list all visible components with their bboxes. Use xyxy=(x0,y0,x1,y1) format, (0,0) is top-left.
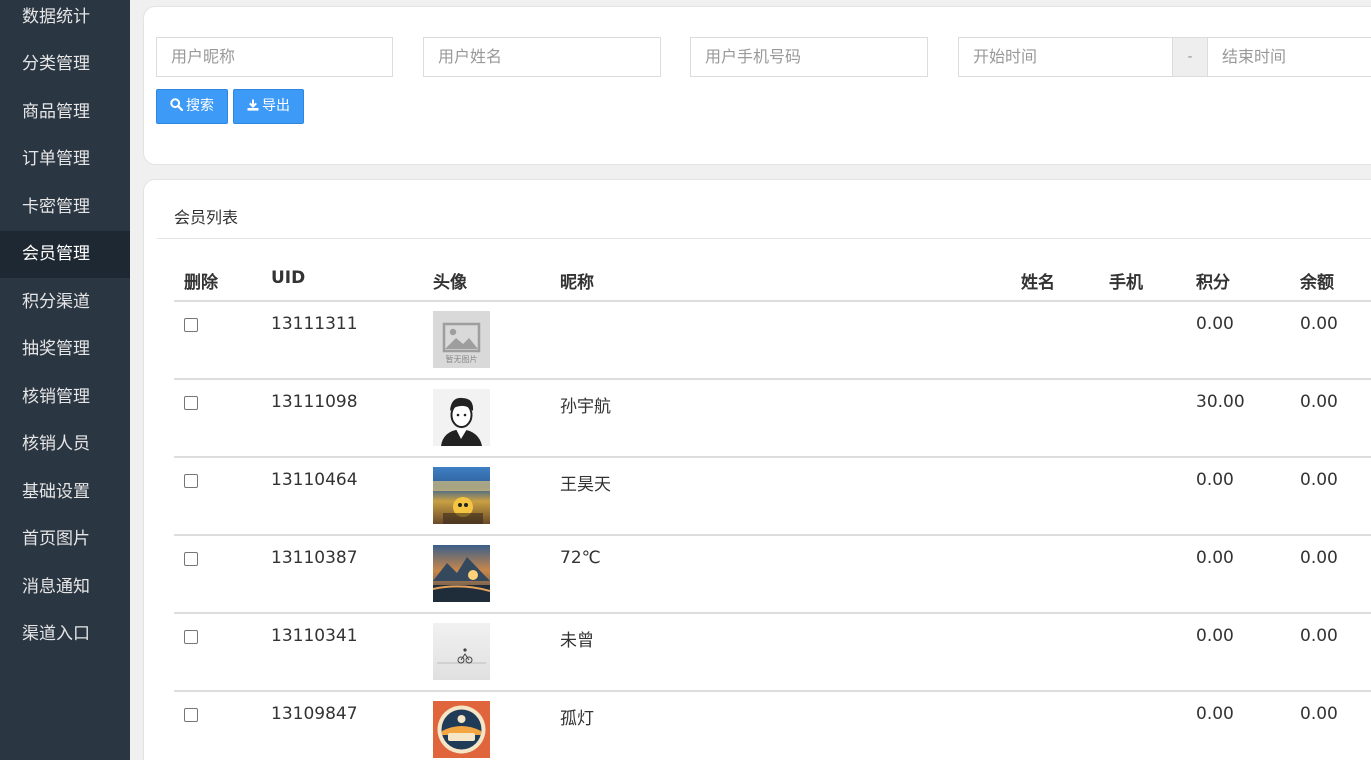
start-time-input[interactable]: 开始时间 xyxy=(958,37,1173,77)
name-input[interactable]: 用户姓名 xyxy=(423,37,661,77)
sidebar-item-orders[interactable]: 订单管理 xyxy=(0,136,130,183)
table-row: 13110464 王昊天 0.00 0.00 xyxy=(174,458,1371,536)
points-cell: 0.00 xyxy=(1196,548,1234,568)
sidebar-item-settings[interactable]: 基础设置 xyxy=(0,469,130,516)
search-button[interactable]: 搜索 xyxy=(156,89,228,124)
search-button-label: 搜索 xyxy=(186,98,214,114)
points-cell: 30.00 xyxy=(1196,392,1245,412)
table-row: 13111098 孙宇航 30.00 0.00 xyxy=(174,380,1371,458)
avatar-badge-image xyxy=(433,701,490,758)
sidebar-item-members[interactable]: 会员管理 xyxy=(0,231,130,278)
no-image-caption: 暂无图片 xyxy=(445,355,478,364)
nickname-cell: 孤灯 xyxy=(560,709,594,729)
column-header-points: 积分 xyxy=(1196,273,1230,293)
sidebar-item-stats[interactable]: 数据统计 xyxy=(0,0,130,41)
sidebar-item-redemption-staff[interactable]: 核销人员 xyxy=(0,421,130,468)
avatar-placeholder-image: 暂无图片 xyxy=(433,311,490,368)
column-header-uid: UID xyxy=(271,268,306,288)
row-checkbox[interactable] xyxy=(184,318,198,332)
sidebar-item-lottery[interactable]: 抽奖管理 xyxy=(0,326,130,373)
column-header-name: 姓名 xyxy=(1021,273,1055,293)
balance-cell: 0.00 xyxy=(1300,470,1338,490)
points-cell: 0.00 xyxy=(1196,470,1234,490)
balance-cell: 0.00 xyxy=(1300,314,1338,334)
balance-cell: 0.00 xyxy=(1300,392,1338,412)
export-button-label: 导出 xyxy=(262,98,290,114)
sidebar-item-points-channels[interactable]: 积分渠道 xyxy=(0,279,130,326)
points-cell: 0.00 xyxy=(1196,704,1234,724)
sidebar-item-channel-entry[interactable]: 渠道入口 xyxy=(0,611,130,658)
nickname-cell: 王昊天 xyxy=(560,475,611,495)
table-row: 13111311 暂无图片 0.00 0.00 xyxy=(174,302,1371,380)
points-cell: 0.00 xyxy=(1196,626,1234,646)
column-header-balance: 余额 xyxy=(1300,273,1334,293)
column-header-avatar: 头像 xyxy=(433,273,467,293)
export-button[interactable]: 导出 xyxy=(233,89,304,124)
table-row: 13110341 未曾 0.00 0.00 xyxy=(174,614,1371,692)
nickname-cell: 未曾 xyxy=(560,631,594,651)
nickname-input[interactable]: 用户昵称 xyxy=(156,37,393,77)
sidebar-item-redemption[interactable]: 核销管理 xyxy=(0,374,130,421)
uid-cell: 13111098 xyxy=(271,392,358,412)
column-header-delete: 删除 xyxy=(184,273,218,293)
column-header-phone: 手机 xyxy=(1109,273,1143,293)
sidebar-item-home-images[interactable]: 首页图片 xyxy=(0,516,130,563)
uid-cell: 13110387 xyxy=(271,548,358,568)
balance-cell: 0.00 xyxy=(1300,704,1338,724)
date-range-separator: - xyxy=(1173,37,1207,77)
avatar-cyclist-image xyxy=(433,623,490,680)
table-row: 13110387 72℃ 0.00 0.00 xyxy=(174,536,1371,614)
phone-input[interactable]: 用户手机号码 xyxy=(690,37,928,77)
row-checkbox[interactable] xyxy=(184,552,198,566)
sidebar-item-card-keys[interactable]: 卡密管理 xyxy=(0,184,130,231)
table-row: 13109847 孤灯 0.00 0.00 xyxy=(174,692,1371,760)
search-panel: 用户昵称 用户姓名 用户手机号码 开始时间 - 结束时间 搜索 导出 xyxy=(143,6,1371,165)
column-header-nickname: 昵称 xyxy=(560,273,594,293)
balance-cell: 0.00 xyxy=(1300,548,1338,568)
download-icon xyxy=(247,99,259,111)
sidebar-item-products[interactable]: 商品管理 xyxy=(0,89,130,136)
nickname-cell: 孙宇航 xyxy=(560,397,611,417)
row-checkbox[interactable] xyxy=(184,708,198,722)
row-checkbox[interactable] xyxy=(184,474,198,488)
sidebar: 数据统计 分类管理 商品管理 订单管理 卡密管理 会员管理 积分渠道 抽奖管理 … xyxy=(0,0,130,760)
points-cell: 0.00 xyxy=(1196,314,1234,334)
title-divider xyxy=(157,238,1371,239)
member-list-panel: 会员列表 删除 UID 头像 昵称 姓名 手机 积分 余额 13111311 暂… xyxy=(143,179,1371,760)
uid-cell: 13111311 xyxy=(271,314,358,334)
balance-cell: 0.00 xyxy=(1300,626,1338,646)
avatar-stadium-image xyxy=(433,467,490,524)
avatar-boy-image xyxy=(433,389,490,446)
uid-cell: 13110464 xyxy=(271,470,358,490)
avatar-mountain-image xyxy=(433,545,490,602)
sidebar-item-categories[interactable]: 分类管理 xyxy=(0,41,130,88)
sidebar-item-notifications[interactable]: 消息通知 xyxy=(0,564,130,611)
member-list-title: 会员列表 xyxy=(174,208,239,227)
row-checkbox[interactable] xyxy=(184,630,198,644)
search-icon xyxy=(170,98,184,112)
row-checkbox[interactable] xyxy=(184,396,198,410)
uid-cell: 13110341 xyxy=(271,626,358,646)
nickname-cell: 72℃ xyxy=(560,548,601,568)
uid-cell: 13109847 xyxy=(271,704,358,724)
end-time-input[interactable]: 结束时间 xyxy=(1207,37,1371,77)
